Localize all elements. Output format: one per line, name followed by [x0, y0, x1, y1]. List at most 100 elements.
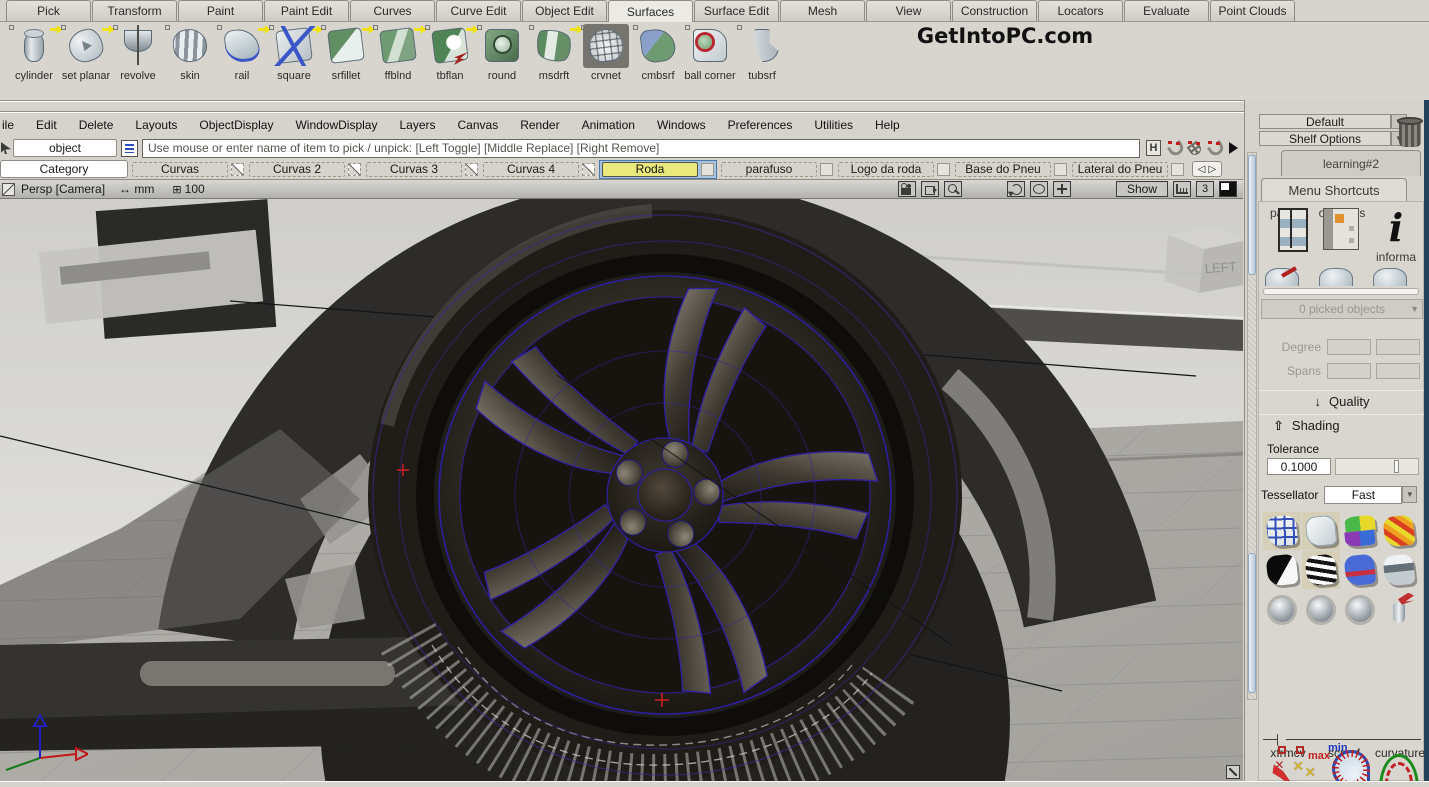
- information-button[interactable]: i informa: [1371, 206, 1421, 264]
- shelf-tab[interactable]: Point Clouds: [1210, 0, 1295, 21]
- layer-name[interactable]: Roda: [602, 162, 698, 177]
- layer-item[interactable]: Logo da roda: [837, 161, 951, 178]
- layer-item[interactable]: Base do Pneu: [954, 161, 1068, 178]
- layer-name[interactable]: Curvas 4: [483, 162, 579, 177]
- viewport-resize-handle[interactable]: [1226, 765, 1240, 779]
- tessellator-dropdown[interactable]: Fast ▼: [1324, 486, 1402, 504]
- shelf-options-dropdown[interactable]: Shelf Options ▼: [1259, 131, 1391, 146]
- camera-icon[interactable]: [898, 181, 916, 197]
- viewport-canvas[interactable]: LEFT: [0, 199, 1243, 782]
- layer-item[interactable]: Curvas 4: [482, 161, 596, 178]
- display-mode-button[interactable]: [1341, 512, 1379, 550]
- tool-button[interactable]: revolve: [112, 24, 164, 96]
- tool-button[interactable]: msdrft: [528, 24, 580, 96]
- layer-name[interactable]: Curvas 2: [249, 162, 345, 177]
- scrollbar-thumb[interactable]: [1248, 155, 1256, 275]
- tool-button[interactable]: set planar: [60, 24, 112, 96]
- palette-button[interactable]: palette: [1263, 206, 1313, 220]
- layer-state-icon[interactable]: [231, 163, 244, 176]
- display-mode-button[interactable]: [1302, 591, 1340, 629]
- display-mode-button[interactable]: [1263, 551, 1301, 589]
- tool-button[interactable]: ffblnd: [372, 24, 424, 96]
- clipped-tool-icon[interactable]: [1373, 268, 1407, 286]
- menu-item[interactable]: Canvas: [458, 118, 499, 132]
- camera-view-icon[interactable]: [921, 181, 939, 197]
- shelf-tab[interactable]: Paint Edit: [264, 0, 349, 21]
- tool-button[interactable]: ball corner: [684, 24, 736, 96]
- picked-objects-dropdown[interactable]: 0 picked objects ▼: [1261, 299, 1423, 319]
- menu-item[interactable]: Render: [520, 118, 559, 132]
- tumble-icon[interactable]: [1007, 181, 1025, 197]
- history-icon[interactable]: H: [1146, 140, 1161, 156]
- tool-button[interactable]: tbflan: [424, 24, 476, 96]
- display-mode-button[interactable]: [1380, 551, 1418, 589]
- promptline-expand-icon[interactable]: [1229, 142, 1238, 154]
- quality-section-header[interactable]: ↓ Quality: [1259, 390, 1425, 412]
- degree-field-u[interactable]: [1327, 339, 1371, 355]
- prompt-history-list-icon[interactable]: [121, 140, 138, 157]
- pick-object-selector[interactable]: object: [13, 139, 117, 157]
- window-layout-icon[interactable]: [1219, 181, 1237, 197]
- shelf-tab[interactable]: Construction: [952, 0, 1037, 21]
- layer-name[interactable]: Lateral do Pneu: [1072, 162, 1168, 177]
- layer-state-icon[interactable]: [348, 163, 361, 176]
- shelf-tab[interactable]: Surface Edit: [694, 0, 779, 21]
- picked-dropdown-icon[interactable]: ▼: [1410, 304, 1419, 314]
- menu-item[interactable]: Delete: [79, 118, 114, 132]
- prompt-input[interactable]: Use mouse or enter name of item to pick …: [142, 139, 1140, 158]
- layer-item[interactable]: Curvas 3: [365, 161, 479, 178]
- tool-button[interactable]: cmbsrf: [632, 24, 684, 96]
- pane-count-button[interactable]: 3: [1196, 181, 1214, 197]
- shading-section-header[interactable]: ⇧ Shading: [1259, 414, 1425, 436]
- panel-scrollbar[interactable]: [1247, 152, 1257, 700]
- layer-state-icon[interactable]: [1171, 163, 1184, 176]
- shelf-tab[interactable]: Transform: [92, 0, 177, 21]
- display-mode-button[interactable]: [1380, 512, 1418, 550]
- viewport-title-bar[interactable]: Persp [Camera] mm 100 Show 3: [0, 180, 1243, 199]
- slider-handle[interactable]: [1394, 460, 1399, 473]
- tolerance-input[interactable]: 0.1000: [1267, 458, 1331, 475]
- tool-button[interactable]: round: [476, 24, 528, 96]
- clipped-tool-icon[interactable]: [1319, 268, 1353, 286]
- layer-name[interactable]: parafuso: [721, 162, 817, 177]
- menu-item[interactable]: ile: [2, 118, 14, 132]
- magnet-snap-icon[interactable]: [1167, 141, 1181, 155]
- menu-item[interactable]: Preferences: [728, 118, 793, 132]
- menu-item[interactable]: Animation: [582, 118, 635, 132]
- scrollbar-thumb[interactable]: [1248, 553, 1256, 693]
- layer-name[interactable]: Curvas 3: [366, 162, 462, 177]
- pan-icon[interactable]: [1053, 181, 1071, 197]
- display-mode-button[interactable]: [1380, 591, 1418, 629]
- lookat-icon[interactable]: [1030, 181, 1048, 197]
- layer-scroll-buttons[interactable]: ◁ ▷: [1192, 161, 1222, 177]
- menu-item[interactable]: Help: [875, 118, 900, 132]
- zoom-icon[interactable]: [944, 181, 962, 197]
- curvature-button[interactable]: curvature: [1373, 746, 1427, 760]
- spans-field-u[interactable]: [1327, 363, 1371, 379]
- shelf-tab[interactable]: Evaluate: [1124, 0, 1209, 21]
- menu-item[interactable]: Windows: [657, 118, 706, 132]
- layer-scroll-left-icon[interactable]: ◁: [1198, 164, 1206, 175]
- shelf-tab[interactable]: Curve Edit: [436, 0, 521, 21]
- layer-state-icon[interactable]: [701, 163, 714, 176]
- tolerance-slider[interactable]: [1335, 458, 1419, 475]
- tessellator-dropdown-icon[interactable]: ▼: [1402, 486, 1417, 503]
- layer-category-button[interactable]: Category: [0, 160, 128, 178]
- shelf-set-dropdown[interactable]: Default ▼: [1259, 114, 1391, 129]
- tool-button[interactable]: cylinder: [8, 24, 60, 96]
- viewport-split-icon[interactable]: [2, 183, 15, 196]
- layer-state-icon[interactable]: [1054, 163, 1067, 176]
- shelf-tab[interactable]: Surfaces: [608, 0, 693, 22]
- layer-state-icon[interactable]: [582, 163, 595, 176]
- shortcut-hscrollbar[interactable]: [1263, 288, 1419, 295]
- layer-item[interactable]: Curvas: [131, 161, 245, 178]
- scnsrf-button[interactable]: min max scnsrf: [1317, 746, 1371, 760]
- layer-item[interactable]: Lateral do Pneu: [1071, 161, 1185, 178]
- shelf-tab[interactable]: View: [866, 0, 951, 21]
- display-mode-button[interactable]: [1263, 512, 1301, 550]
- trash-icon[interactable]: [1397, 115, 1423, 149]
- menu-shortcuts-tab[interactable]: Menu Shortcuts: [1261, 178, 1407, 202]
- shelf-tab[interactable]: Object Edit: [522, 0, 607, 21]
- layer-item[interactable]: parafuso: [720, 161, 834, 178]
- layer-name[interactable]: Curvas: [132, 162, 228, 177]
